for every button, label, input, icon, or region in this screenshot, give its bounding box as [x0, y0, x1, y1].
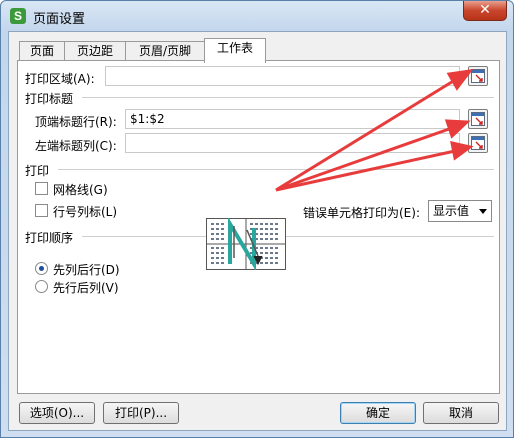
tab-header-footer[interactable]: 页眉/页脚	[125, 41, 205, 62]
close-button[interactable]: ✕	[463, 1, 507, 21]
range-picker-icon	[471, 112, 485, 126]
cell-errors-label: 错误单元格打印为(E):	[303, 206, 420, 220]
tab-margins[interactable]: 页边距	[64, 41, 126, 62]
over-then-down-radio[interactable]	[35, 280, 48, 293]
print-divider	[58, 169, 494, 170]
chevron-down-icon	[479, 209, 487, 214]
gridlines-label: 网格线(G)	[53, 183, 108, 197]
cancel-button[interactable]: 取消	[423, 402, 499, 424]
left-cols-label: 左端标题列(C):	[35, 139, 117, 153]
print-titles-section: 打印标题	[25, 92, 74, 106]
print-area-input[interactable]	[105, 66, 460, 86]
cell-errors-value: 显示值	[433, 204, 470, 218]
wps-spreadsheet-icon: S	[10, 8, 26, 24]
dialog-title: 页面设置	[33, 12, 86, 27]
ok-button[interactable]: 确定	[340, 402, 416, 424]
page-order-divider	[82, 236, 494, 237]
close-icon: ✕	[479, 2, 491, 18]
options-button[interactable]: 选项(O)...	[19, 402, 95, 424]
range-picker-icon	[471, 69, 485, 83]
page-order-section: 打印顺序	[25, 231, 74, 245]
print-button[interactable]: 打印(P)...	[103, 402, 179, 424]
cell-errors-select[interactable]: 显示值	[428, 200, 492, 222]
print-area-picker-button[interactable]	[468, 66, 488, 86]
left-cols-picker-button[interactable]	[468, 133, 488, 153]
gridlines-checkbox[interactable]	[35, 182, 48, 195]
down-then-over-label: 先列后行(D)	[53, 263, 120, 277]
top-rows-picker-button[interactable]	[468, 109, 488, 129]
top-rows-label: 顶端标题行(R):	[35, 115, 117, 129]
row-col-headings-checkbox[interactable]	[35, 204, 48, 217]
print-titles-divider	[82, 97, 494, 98]
print-section: 打印	[25, 164, 50, 178]
tab-page[interactable]: 页面	[19, 41, 65, 62]
down-then-over-radio[interactable]	[35, 262, 48, 275]
row-col-headings-label: 行号列标(L)	[53, 205, 118, 219]
tab-sheet[interactable]: 工作表	[204, 38, 266, 63]
page-order-preview	[206, 218, 286, 270]
over-then-down-label: 先行后列(V)	[53, 281, 119, 295]
top-rows-input[interactable]: $1:$2	[125, 109, 460, 129]
title-bar[interactable]: S 页面设置 ✕	[1, 1, 513, 31]
range-picker-icon	[471, 136, 485, 150]
print-area-label: 打印区域(A):	[25, 72, 95, 86]
left-cols-input[interactable]	[125, 133, 460, 153]
